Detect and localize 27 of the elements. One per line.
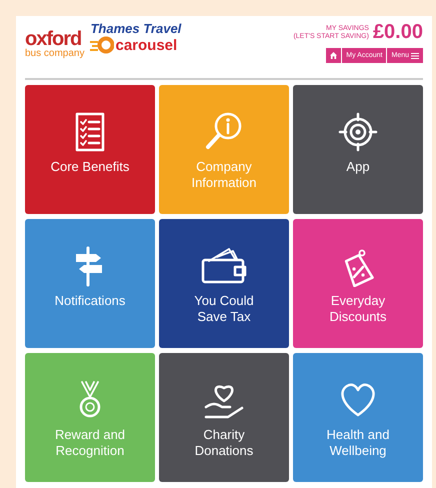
menu-tile[interactable]: You Could Save Tax — [159, 219, 289, 348]
menu-tile[interactable]: Charity Donations — [159, 353, 289, 482]
target-icon — [338, 111, 378, 153]
tile-label: Health and Wellbeing — [326, 427, 390, 459]
tile-label: App — [345, 159, 371, 175]
tile-label: You Could Save Tax — [193, 293, 255, 325]
menu-tile[interactable]: Reward and Recognition — [25, 353, 155, 482]
carousel-logo-text: carousel — [115, 36, 178, 54]
home-button[interactable] — [326, 48, 342, 63]
menu-tile[interactable]: Everyday Discounts — [293, 219, 423, 348]
tile-label: Company Information — [190, 159, 258, 191]
logo-subtitle: bus company — [25, 49, 84, 59]
tile-label: Core Benefits — [50, 159, 130, 175]
thames-travel-logo-text: Thames Travel — [90, 21, 182, 36]
menu-tile[interactable]: App — [293, 85, 423, 214]
home-icon — [330, 52, 338, 59]
carousel-logo-icon — [90, 36, 114, 54]
oxford-logo-text: oxford — [25, 29, 82, 49]
menu-tile[interactable]: Core Benefits — [25, 85, 155, 214]
tile-label: Everyday Discounts — [328, 293, 388, 325]
menu-icon — [411, 52, 419, 58]
tile-label: Charity Donations — [194, 427, 254, 459]
tile-label: Notifications — [54, 293, 126, 309]
menu-tile[interactable]: Health and Wellbeing — [293, 353, 423, 482]
savings-amount: £0.00 — [372, 21, 423, 44]
tile-label: Reward and Recognition — [54, 427, 126, 459]
menu-tile[interactable]: Notifications — [25, 219, 155, 348]
